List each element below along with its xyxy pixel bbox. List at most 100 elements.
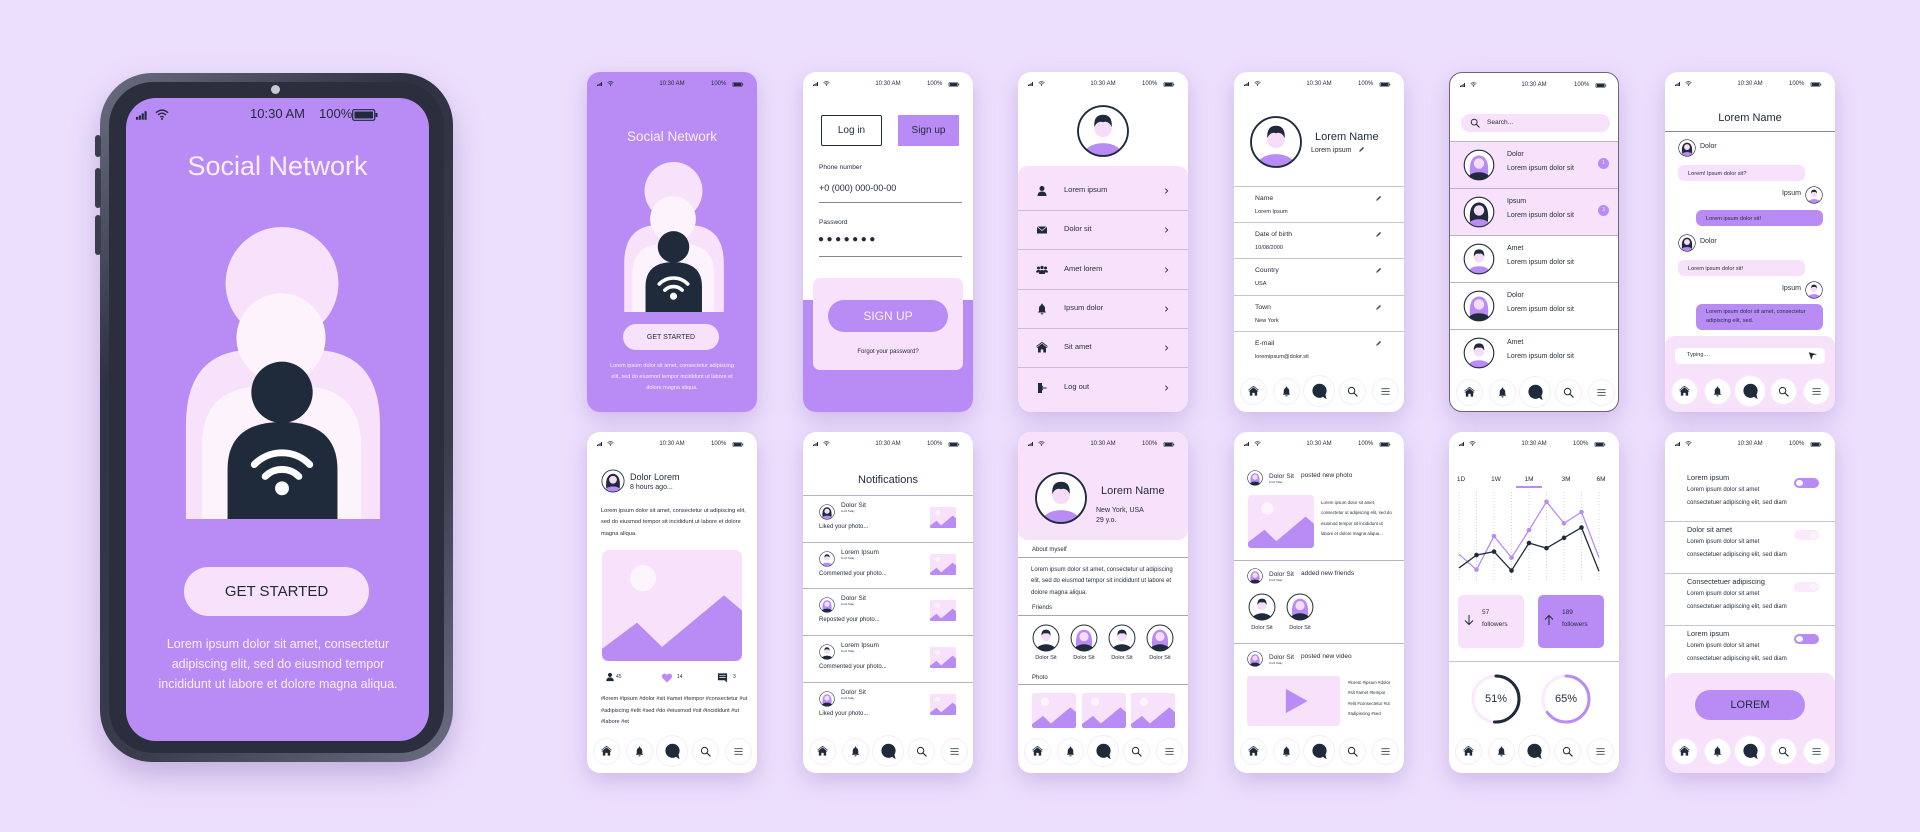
range-tab-1m[interactable]: 1M: [1517, 476, 1541, 483]
tab-log-in[interactable]: Log in: [821, 115, 882, 146]
nav-button-search[interactable]: [908, 738, 934, 764]
chat-list-item[interactable]: Dolor Lorem ipsum dolor sit 1: [1450, 141, 1618, 188]
nav-button-menu[interactable]: [1587, 738, 1613, 764]
nav-button-bell[interactable]: [1057, 738, 1083, 764]
forgot-password-link[interactable]: Forgot your password?: [813, 349, 963, 356]
nav-button-bell[interactable]: [1704, 738, 1730, 764]
nav-button-home[interactable]: [1671, 378, 1697, 404]
nav-button-search[interactable]: [1554, 738, 1580, 764]
nav-button-menu[interactable]: [725, 738, 751, 764]
pencil-icon[interactable]: [1375, 340, 1382, 347]
nav-button-chat[interactable]: [1520, 377, 1550, 407]
nav-button-menu[interactable]: [1803, 378, 1829, 404]
nav-button-menu[interactable]: [1372, 378, 1398, 404]
get-started-button[interactable]: GET STARTED: [623, 324, 719, 350]
friend-avatar[interactable]: [1108, 624, 1136, 652]
range-tab-1d[interactable]: 1D: [1449, 476, 1473, 483]
notification-item[interactable]: Lorem Ipsum 11:24 Today Commented your pho…: [803, 541, 973, 589]
notification-item[interactable]: Lorem Ipsum 11:24 Today Commented your pho…: [803, 635, 973, 682]
nav-button-chat[interactable]: [1088, 736, 1118, 766]
nav-button-menu[interactable]: [1588, 379, 1614, 405]
comment-icon[interactable]: [717, 672, 728, 683]
nav-button-chat[interactable]: [657, 736, 687, 766]
menu-item[interactable]: Dolor sit: [1018, 211, 1188, 251]
send-icon[interactable]: [1808, 351, 1818, 361]
nav-button-home[interactable]: [593, 738, 619, 764]
setting-toggle[interactable]: [1794, 582, 1819, 592]
chat-list-item[interactable]: Dolor Lorem ipsum dolor sit: [1450, 282, 1618, 329]
nav-button-chat[interactable]: [1735, 376, 1765, 406]
nav-button-chat[interactable]: [1304, 736, 1334, 766]
nav-button-home[interactable]: [1024, 738, 1050, 764]
chat-list-item[interactable]: Amet Lorem ipsum dolor sit: [1450, 329, 1618, 376]
nav-button-search[interactable]: [1339, 738, 1365, 764]
nav-button-bell[interactable]: [1704, 378, 1730, 404]
nav-button-bell[interactable]: [1273, 378, 1299, 404]
nav-button-menu[interactable]: [1372, 738, 1398, 764]
friend-avatar[interactable]: [1070, 624, 1098, 652]
nav-button-chat[interactable]: [1519, 736, 1549, 766]
setting-toggle[interactable]: [1794, 634, 1819, 644]
pencil-icon[interactable]: [1375, 195, 1382, 202]
get-started-button[interactable]: GET STARTED: [184, 567, 369, 616]
photo-thumbnail[interactable]: [1082, 693, 1126, 728]
nav-button-bell[interactable]: [626, 738, 652, 764]
nav-button-home[interactable]: [1240, 738, 1266, 764]
profile-field[interactable]: Town New York: [1234, 294, 1404, 331]
profile-field[interactable]: Name Lorem Ipsum: [1234, 186, 1404, 222]
nav-button-bell[interactable]: [1489, 379, 1515, 405]
friend-avatar[interactable]: [1032, 624, 1060, 652]
notification-item[interactable]: Dolor Sit 11:24 Today Liked your photo...: [803, 681, 973, 729]
range-tab-6m[interactable]: 6M: [1589, 476, 1613, 483]
nav-button-search[interactable]: [1339, 378, 1365, 404]
play-icon[interactable]: [1281, 686, 1310, 716]
tab-sign-up[interactable]: Sign up: [898, 115, 959, 146]
sign-up-button[interactable]: SIGN UP: [828, 300, 948, 332]
primary-action-button[interactable]: LOREM: [1695, 690, 1805, 720]
chat-list-item[interactable]: Ipsum Lorem ipsum dolor sit 3: [1450, 188, 1618, 235]
menu-item[interactable]: Ipsum dolor: [1018, 290, 1188, 329]
nav-button-home[interactable]: [1671, 738, 1697, 764]
photo-thumbnail[interactable]: [1032, 693, 1076, 728]
profile-field[interactable]: E-mail loremipsum@dolor.sit: [1234, 330, 1404, 367]
nav-button-menu[interactable]: [941, 738, 967, 764]
message-input[interactable]: Typing...: [1675, 348, 1825, 364]
nav-button-menu[interactable]: [1156, 738, 1182, 764]
pencil-icon[interactable]: [1375, 304, 1382, 311]
pencil-icon[interactable]: [1358, 146, 1365, 153]
nav-button-search[interactable]: [692, 738, 718, 764]
photo-thumbnail[interactable]: [1131, 693, 1175, 728]
pencil-icon[interactable]: [1375, 267, 1382, 274]
nav-button-home[interactable]: [1240, 378, 1266, 404]
nav-button-chat[interactable]: [873, 736, 903, 766]
nav-button-bell[interactable]: [1273, 738, 1299, 764]
video-player[interactable]: [1247, 676, 1340, 726]
heart-icon[interactable]: [661, 673, 673, 683]
nav-button-search[interactable]: [1555, 379, 1581, 405]
menu-item[interactable]: Log out: [1018, 369, 1188, 408]
setting-toggle[interactable]: [1794, 478, 1819, 488]
profile-field[interactable]: Date of birth 10/08/2000: [1234, 222, 1404, 258]
nav-button-search[interactable]: [1770, 378, 1796, 404]
nav-button-search[interactable]: [1123, 738, 1149, 764]
password-input[interactable]: ●●●●●●●: [818, 234, 878, 246]
range-tab-3m[interactable]: 3M: [1554, 476, 1578, 483]
nav-button-menu[interactable]: [1803, 738, 1829, 764]
nav-button-home[interactable]: [1455, 738, 1481, 764]
nav-button-chat[interactable]: [1735, 736, 1765, 766]
menu-item[interactable]: Lorem ipsum: [1018, 172, 1188, 211]
notification-item[interactable]: Dolor Sit 11:24 Today Reposted your photo.…: [803, 588, 973, 635]
setting-toggle[interactable]: [1794, 530, 1819, 540]
nav-button-bell[interactable]: [842, 738, 868, 764]
nav-button-search[interactable]: [1770, 738, 1796, 764]
menu-item[interactable]: Sit amet: [1018, 329, 1188, 369]
nav-button-bell[interactable]: [1488, 738, 1514, 764]
profile-field[interactable]: Country USA: [1234, 258, 1404, 294]
range-tab-1w[interactable]: 1W: [1484, 476, 1508, 483]
phone-input[interactable]: +0 (000) 000-00-00: [819, 183, 896, 193]
nav-button-home[interactable]: [809, 738, 835, 764]
search-input[interactable]: Search...: [1461, 114, 1610, 132]
notification-item[interactable]: Dolor Sit 11:24 Today Liked your photo...: [803, 495, 973, 542]
nav-button-chat[interactable]: [1304, 376, 1334, 406]
nav-button-home[interactable]: [1456, 379, 1482, 405]
